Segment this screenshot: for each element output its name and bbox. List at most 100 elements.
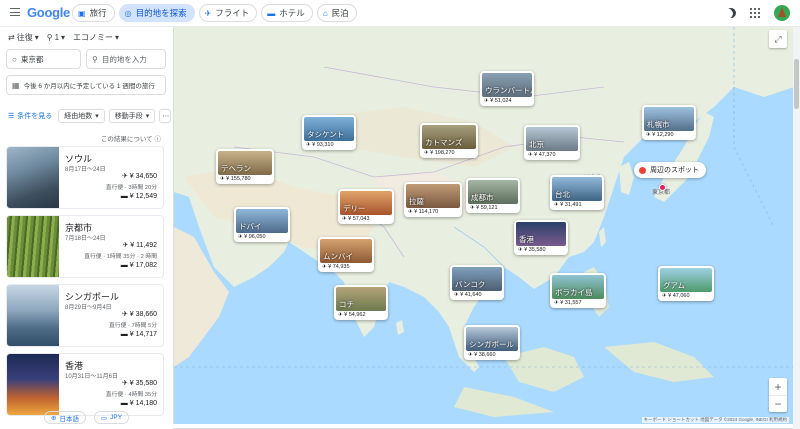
map-destination-ulaanbaatar[interactable]: ウランバートル ✈ ¥ 51,024	[480, 71, 534, 106]
menu-icon[interactable]	[10, 8, 20, 16]
destination-photo: ムンバイ	[320, 239, 372, 263]
nearby-spots-label: 周辺のスポット	[650, 167, 699, 174]
map-destination-guam[interactable]: グアム ✈ ¥ 47,060	[658, 266, 714, 301]
map-destination-kathmandu[interactable]: カトマンズ ✈ ¥ 198,270	[420, 123, 478, 158]
tab-vacation-rentals[interactable]: ⌂ 民泊	[316, 4, 357, 22]
map-destination-hongkong[interactable]: 香港 ✈ ¥ 35,580	[514, 220, 568, 255]
tab-hotels[interactable]: ▬ ホテル	[261, 4, 313, 22]
destination-price-value: ¥ 57,043	[348, 216, 370, 222]
flight-duration: 直行便 · 4時間 35分	[105, 392, 157, 398]
destination-name: 札幌市	[647, 120, 670, 129]
map-destination-tehran[interactable]: テヘラン ✈ ¥ 155,780	[216, 149, 274, 184]
map-destination-beijing[interactable]: 北京 ✈ ¥ 47,370	[524, 125, 580, 160]
destination-photo: 成都市	[468, 180, 518, 204]
passenger-select[interactable]: ⚲ 1 ▾	[47, 32, 65, 43]
flight-icon: ✈	[121, 311, 130, 318]
tab-label: 旅行	[89, 8, 107, 18]
map-destination-sapporo[interactable]: 札幌市 ✈ ¥ 12,290	[642, 105, 696, 140]
flight-duration: 直行便 · 1時間 35分 · 2 時間	[84, 254, 157, 260]
map-destination-bangkok[interactable]: バンコク ✈ ¥ 41,640	[450, 265, 504, 300]
nearby-spots-button[interactable]: 周辺のスポット	[634, 162, 706, 178]
zoom-in-button[interactable]: +	[769, 378, 787, 395]
destination-name: バンコク	[455, 280, 486, 289]
map-destination-mumbai[interactable]: ムンバイ ✈ ¥ 74,935	[318, 237, 374, 272]
destination-price-value: ¥ 74,935	[328, 264, 350, 270]
zoom-controls: + −	[769, 378, 787, 412]
bed-icon: ▬	[267, 8, 276, 18]
destination-price-value: ¥ 38,660	[474, 352, 496, 358]
all-filters-label: 条件を見る	[17, 113, 53, 120]
destination-photo: カトマンズ	[422, 125, 476, 149]
page-scrollbar[interactable]	[793, 27, 800, 429]
bed-icon: ▬	[120, 193, 130, 200]
language-button[interactable]: ⊕ 日本語	[44, 411, 86, 424]
chevron-down-icon: ▾	[95, 113, 99, 120]
map-attribution[interactable]: キーボード ショートカット 地図データ ©2024 Google, INEGI …	[641, 417, 789, 423]
map-destination-taipei[interactable]: 台北 ✈ ¥ 31,491	[550, 175, 604, 210]
map-destination-tashkent[interactable]: タシケント ✈ ¥ 93,310	[302, 115, 356, 150]
flight-icon: ✈	[204, 8, 212, 18]
destination-price: ✈ ¥ 12,290	[644, 131, 694, 139]
map-destination-lhasa[interactable]: 拉薩 ✈ ¥ 114,170	[404, 182, 462, 217]
fullscreen-icon: ⤢	[774, 33, 782, 44]
destination-price-value: ¥ 54,962	[344, 312, 366, 318]
result-dates: 10月31日〜11月6日	[65, 374, 118, 380]
map-destination-boracay[interactable]: ボラカイ島 ✈ ¥ 31,557	[550, 273, 606, 308]
result-dates: 8月29日〜9月4日	[65, 305, 112, 311]
hotel-price: ▬ ¥ 14,180	[121, 400, 157, 407]
destination-price-value: ¥ 198,270	[430, 150, 455, 156]
map-destination-singapore[interactable]: シンガポール ✈ ¥ 38,660	[464, 325, 520, 360]
filter-bar: ☰ 条件を見る 経由地数 ▾ 移動手段 ▾ ⋯	[6, 109, 172, 123]
explore-map[interactable]: ソウル 東京都 ウランバートル ✈ ¥ 51,024 札幌市 ✈ ¥ 12,29…	[173, 27, 793, 424]
map-destination-delhi[interactable]: デリー ✈ ¥ 57,043	[338, 189, 394, 224]
map-destination-chengdu[interactable]: 成都市 ✈ ¥ 59,121	[466, 178, 520, 213]
result-card[interactable]: 京都市 7月18日〜24日 ✈ ¥ 11,492 直行便 · 1時間 35分 ·…	[6, 215, 164, 278]
destination-photo: ドバイ	[236, 209, 288, 233]
scrollbar-thumb[interactable]	[794, 59, 799, 109]
tab-explore[interactable]: ◎ 目的地を探索	[118, 4, 195, 22]
results-list: ソウル 8月17日〜24日 ✈ ¥ 34,650 直行便 · 3時間 20分 ▬…	[6, 146, 164, 422]
result-card[interactable]: ソウル 8月17日〜24日 ✈ ¥ 34,650 直行便 · 3時間 20分 ▬…	[6, 146, 164, 209]
result-card[interactable]: 香港 10月31日〜11月6日 ✈ ¥ 35,580 直行便 · 4時間 35分…	[6, 353, 164, 416]
apps-grid-icon[interactable]	[750, 8, 760, 18]
plus-icon: +	[774, 379, 782, 394]
origin-field[interactable]: ○ 東京都	[6, 49, 81, 69]
destination-photo: バンコク	[452, 267, 502, 291]
map-destination-dubai[interactable]: ドバイ ✈ ¥ 96,050	[234, 207, 290, 242]
tab-flights[interactable]: ✈ フライト	[198, 4, 258, 22]
chevron-down-icon: ▾	[61, 33, 66, 42]
transport-filter[interactable]: 移動手段 ▾	[108, 109, 156, 123]
flight-price-value: ¥ 11,492	[130, 242, 157, 249]
destination-photo	[7, 285, 59, 346]
destination-field[interactable]: ⚲ 目的地を入力	[86, 49, 166, 69]
destination-price: ✈ ¥ 93,310	[304, 141, 354, 149]
dates-field[interactable]: ▦ 今後 6 か月以内に予定している 1 週間の旅行	[6, 75, 166, 95]
account-area	[726, 5, 790, 21]
dark-mode-icon[interactable]	[724, 6, 738, 20]
avatar[interactable]	[774, 5, 790, 21]
destination-price: ✈ ¥ 47,060	[660, 292, 712, 300]
result-dates: 7月18日〜24日	[65, 236, 106, 242]
result-dates: 8月17日〜24日	[65, 167, 106, 173]
destination-name: 拉薩	[409, 197, 424, 206]
stops-filter[interactable]: 経由地数 ▾	[58, 109, 105, 123]
about-results-link[interactable]: この結果について ⓘ	[101, 133, 161, 143]
destination-photo: ボラカイ島	[552, 275, 604, 299]
google-logo[interactable]: Google	[27, 5, 70, 20]
trip-type-select[interactable]: ⇄ 往復 ▾	[8, 32, 39, 43]
all-filters-button[interactable]: ☰ 条件を見る	[6, 109, 54, 123]
destination-name: コチ	[339, 300, 354, 309]
currency-button[interactable]: ▭ JPY	[93, 411, 130, 424]
zoom-out-button[interactable]: −	[769, 395, 787, 412]
result-card[interactable]: シンガポール 8月29日〜9月4日 ✈ ¥ 38,660 直行便 · 7時間 5…	[6, 284, 164, 347]
destination-photo: グアム	[660, 268, 712, 292]
hotel-price: ▬ ¥ 17,082	[121, 262, 157, 269]
destination-price-value: ¥ 31,491	[560, 202, 582, 208]
cabin-select[interactable]: エコノミー ▾	[73, 32, 119, 43]
map-destination-kochi[interactable]: コチ ✈ ¥ 54,962	[334, 285, 388, 320]
destination-price-value: ¥ 12,290	[652, 132, 674, 138]
more-filters-button[interactable]: ⋯	[159, 109, 172, 123]
tab-travel[interactable]: ▣ 旅行	[72, 4, 115, 22]
destination-price: ✈ ¥ 35,580	[516, 246, 566, 254]
fullscreen-button[interactable]: ⤢	[769, 30, 787, 48]
